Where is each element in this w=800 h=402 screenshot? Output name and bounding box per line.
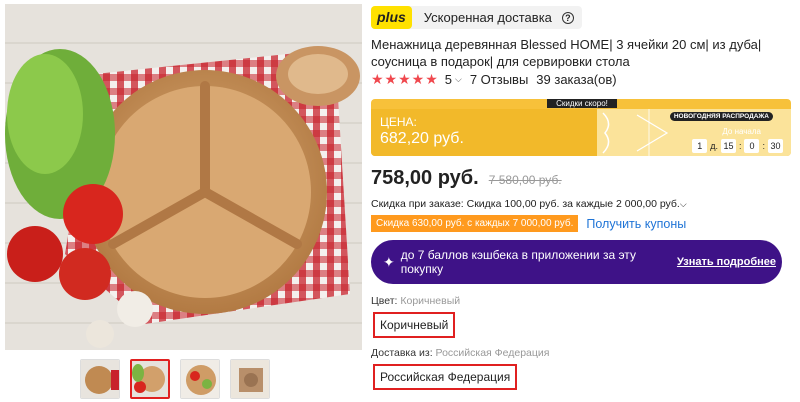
product-title: Менажница деревянная Blessed HOME| 3 яче… xyxy=(371,37,762,69)
sale-promo-banner: Скидки скоро! ЦЕНА: 682,20 руб. НОВОГОДН… xyxy=(371,99,791,156)
thumbnail-4-image xyxy=(231,360,269,398)
ship-from-label-line: Доставка из: Российская Федерация xyxy=(371,347,549,359)
new-year-sale-badge: НОВОГОДНЯЯ РАСПРОДАЖА xyxy=(669,112,773,121)
old-price: 7 580,00 руб. xyxy=(488,173,562,187)
chevron-down-icon[interactable]: ⌵ xyxy=(455,74,462,85)
sale-soon-banner: Скидки скоро! xyxy=(547,99,617,108)
timer-days: 1 xyxy=(692,139,708,153)
learn-more-link[interactable]: Узнать подробнее xyxy=(677,256,776,268)
countdown-timer: 1 д. 15 : 0 : 30 xyxy=(692,139,783,153)
coupon-row: Скидка 630,00 руб. с каждых 7 000,00 руб… xyxy=(371,215,686,232)
color-label: Цвет: xyxy=(371,295,398,307)
timer-seconds: 30 xyxy=(768,139,783,153)
thumbnail-2[interactable] xyxy=(130,359,170,399)
timer-days-unit: д. xyxy=(710,141,718,151)
help-icon[interactable]: ? xyxy=(561,11,574,24)
rating-value[interactable]: 5 xyxy=(445,72,452,87)
promo-price: 682,20 руб. xyxy=(380,130,464,147)
ship-from-option-russia[interactable]: Российская Федерация xyxy=(373,364,518,390)
thumbnail-3-image xyxy=(181,360,219,398)
reviews-link[interactable]: 7 Отзывы xyxy=(470,72,528,87)
price-row: 758,00 руб. 7 580,00 руб. xyxy=(371,167,562,190)
timer-separator: : xyxy=(762,141,765,151)
color-option-brown[interactable]: Коричневый xyxy=(373,312,456,338)
timer-separator: : xyxy=(738,141,742,151)
cashback-icon: ✦ xyxy=(383,253,395,270)
ship-from-value: Российская Федерация xyxy=(435,347,550,359)
countdown-block: НОВОГОДНЯЯ РАСПРОДАЖА До начала 1 д. 15 … xyxy=(597,109,791,156)
thumbnail-4[interactable] xyxy=(230,359,270,399)
promo-price-label: ЦЕНА: xyxy=(380,115,417,129)
thumbnail-strip xyxy=(80,359,270,399)
rating-row: ★★★★★ 5 ⌵ 7 Отзывы 39 заказа(ов) xyxy=(371,71,617,88)
fast-delivery-banner[interactable]: plus Ускоренная доставка ? xyxy=(371,6,582,29)
color-value: Коричневый xyxy=(400,295,461,307)
main-product-photo[interactable] xyxy=(5,4,362,350)
ship-from-label: Доставка из: xyxy=(371,347,433,359)
thumbnail-1[interactable] xyxy=(80,359,120,399)
order-discount-text: Скидка при заказе: Скидка 100,00 руб. за… xyxy=(371,198,680,210)
thumbnail-2-image xyxy=(132,361,168,397)
fast-delivery-text: Ускоренная доставка xyxy=(423,10,552,25)
promo-price-block: ЦЕНА: 682,20 руб. xyxy=(371,109,597,156)
order-discount-info[interactable]: Скидка при заказе: Скидка 100,00 руб. за… xyxy=(371,198,687,210)
current-price: 758,00 руб. xyxy=(371,167,479,189)
rating-stars-icon: ★★★★★ xyxy=(371,71,439,87)
timer-minutes: 0 xyxy=(744,139,760,153)
product-photo-image xyxy=(5,4,362,350)
orders-count: 39 заказа(ов) xyxy=(536,72,617,87)
thumbnail-3[interactable] xyxy=(180,359,220,399)
chevron-down-icon: ⌵ xyxy=(679,199,687,209)
cashback-text: до 7 баллов кэшбека в приложении за эту … xyxy=(400,248,636,276)
cashback-banner[interactable]: ✦ до 7 баллов кэшбека в приложении за эт… xyxy=(371,240,782,284)
timer-hours: 15 xyxy=(720,139,736,153)
get-coupons-link[interactable]: Получить купоны xyxy=(586,217,686,231)
plus-badge: plus xyxy=(371,6,412,29)
countdown-label: До начала xyxy=(722,127,761,136)
thumbnail-1-image xyxy=(81,360,119,398)
coupon-tag: Скидка 630,00 руб. с каждых 7 000,00 руб… xyxy=(371,215,579,232)
color-label-line: Цвет: Коричневый xyxy=(371,295,460,307)
